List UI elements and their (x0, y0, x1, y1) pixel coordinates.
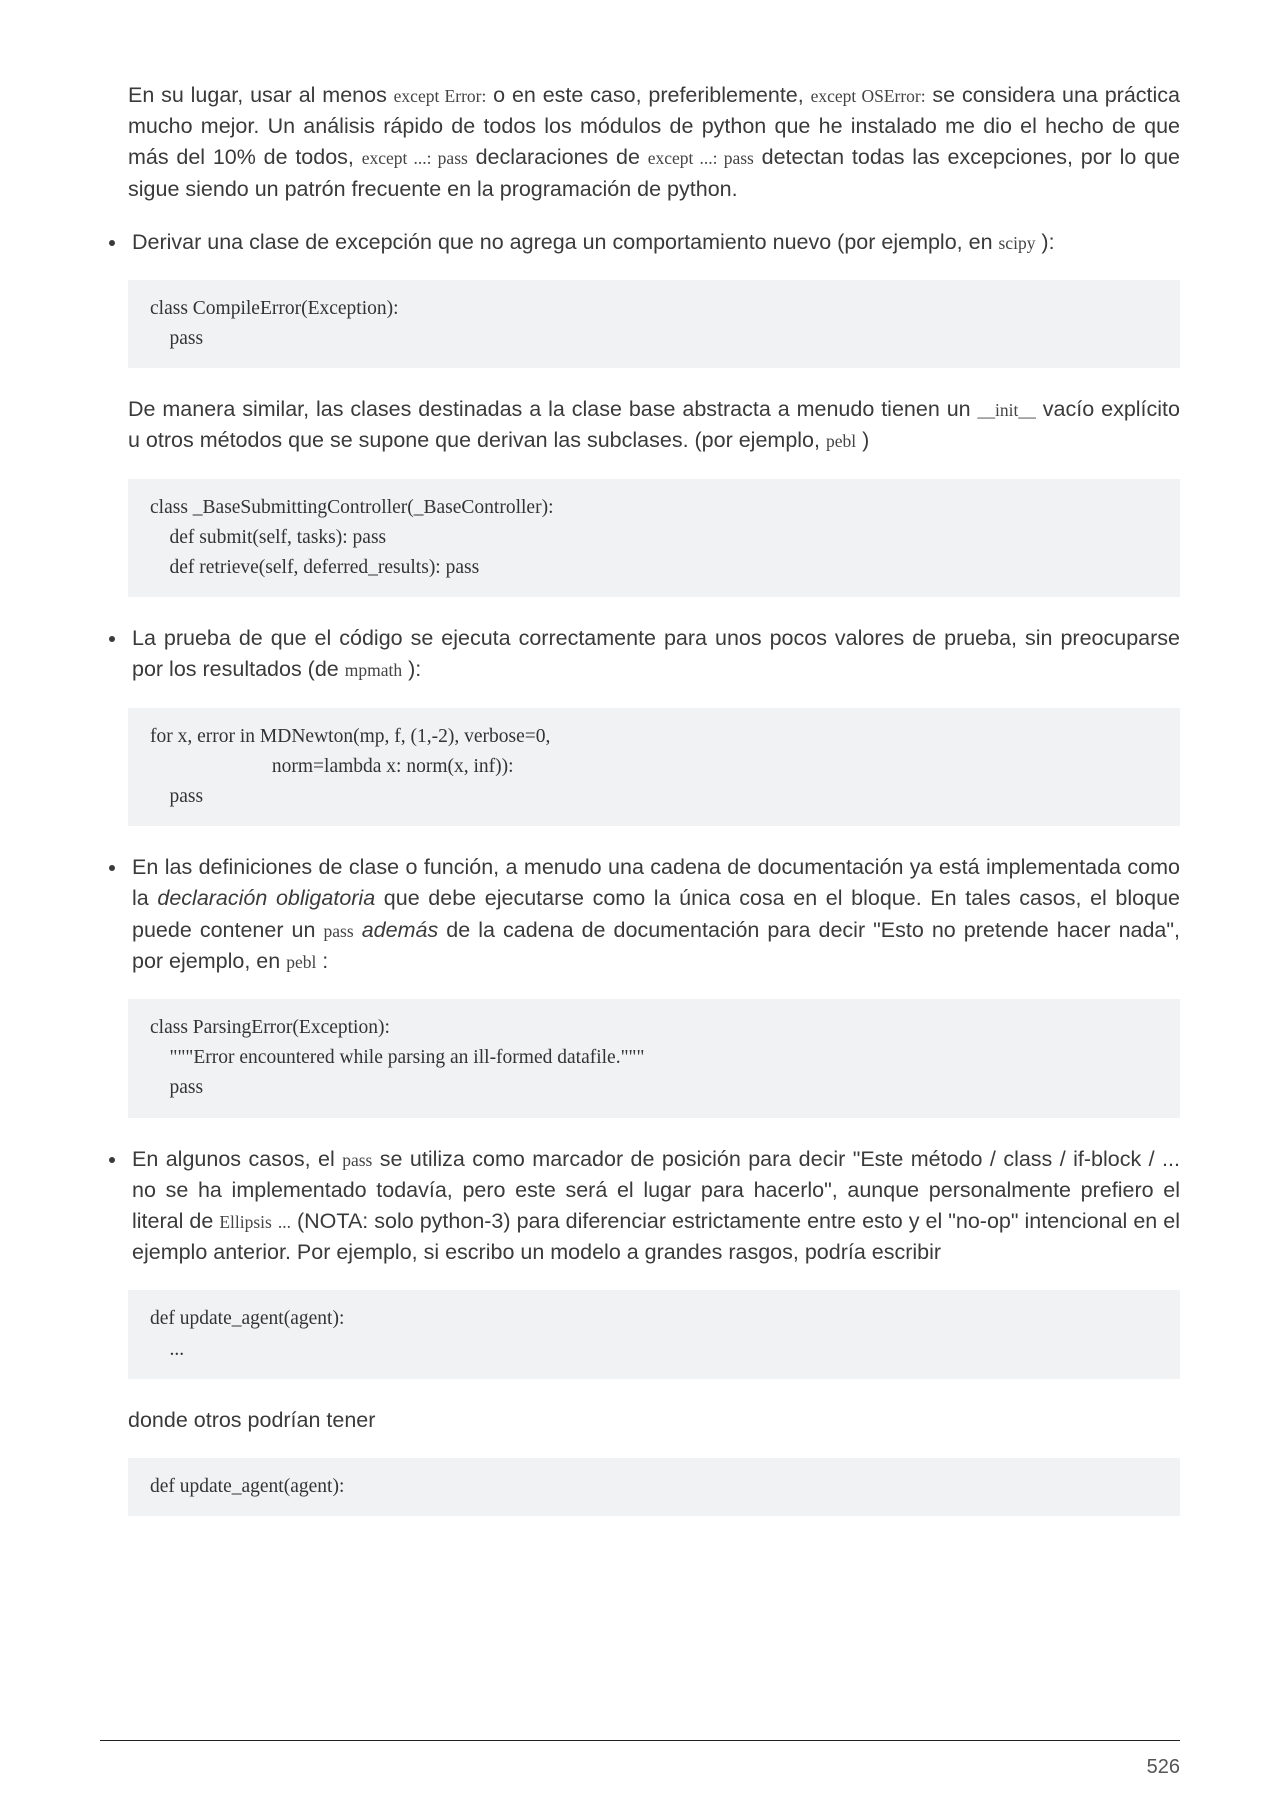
code-except-error: except Error: (394, 86, 487, 106)
code-except-pass: except ...: pass (362, 148, 468, 168)
bullet-item-docstring: En las definiciones de clase o función, … (128, 852, 1180, 977)
code-pass: pass (324, 921, 354, 941)
code-pass-2: pass (342, 1150, 372, 1170)
bullet-item-test-code: La prueba de que el código se ejecuta co… (128, 623, 1180, 685)
text: Derivar una clase de excepción que no ag… (132, 230, 999, 254)
text: ): (1035, 230, 1054, 254)
bullet-item-placeholder: En algunos casos, el pass se utiliza com… (128, 1144, 1180, 1269)
code-block-base-controller: class _BaseSubmittingController(_BaseCon… (128, 479, 1180, 598)
text: En algunos casos, el (132, 1147, 342, 1171)
em-mandatory-statement: declaración obligatoria (157, 886, 375, 910)
paragraph-abstract-base: De manera similar, las clases destinadas… (128, 394, 1180, 456)
code-ellipsis-word: Ellipsis (219, 1212, 272, 1232)
code-block-update-agent-ellipsis: def update_agent(agent): ... (128, 1290, 1180, 1378)
code-pebl-2: pebl (286, 952, 316, 972)
code-block-update-agent-empty: def update_agent(agent): (128, 1458, 1180, 1516)
text: En su lugar, usar al menos (128, 83, 394, 107)
code-except-pass-2: except ...: pass (648, 148, 754, 168)
document-body: En su lugar, usar al menos except Error:… (100, 80, 1180, 1516)
intro-paragraph: En su lugar, usar al menos except Error:… (128, 80, 1180, 205)
text: ): (402, 657, 421, 681)
code-ellipsis-dots: ... (278, 1212, 291, 1232)
text (354, 918, 362, 942)
code-block-compile-error: class CompileError(Exception): pass (128, 280, 1180, 368)
bullet-item-derive-class: Derivar una clase de excepción que no ag… (128, 227, 1180, 258)
page-number: 526 (1147, 1756, 1180, 1779)
text: ) (856, 428, 869, 452)
code-block-mdnewton: for x, error in MDNewton(mp, f, (1,-2), … (128, 708, 1180, 827)
paragraph-others-have: donde otros podrían tener (128, 1405, 1180, 1436)
code-init: __init__ (978, 400, 1036, 420)
text: La prueba de que el código se ejecuta co… (132, 626, 1180, 681)
em-addition: además (362, 918, 439, 942)
text: declaraciones de (468, 145, 648, 169)
code-except-oserror: except OSError: (811, 86, 926, 106)
code-scipy: scipy (999, 233, 1036, 253)
code-pebl: pebl (826, 431, 856, 451)
code-block-parsing-error: class ParsingError(Exception): """Error … (128, 999, 1180, 1118)
text: o en este caso, preferiblemente, (486, 83, 810, 107)
code-mpmath: mpmath (345, 660, 402, 680)
text: De manera similar, las clases destinadas… (128, 397, 978, 421)
text: : (316, 949, 328, 973)
footer-divider (100, 1740, 1180, 1741)
